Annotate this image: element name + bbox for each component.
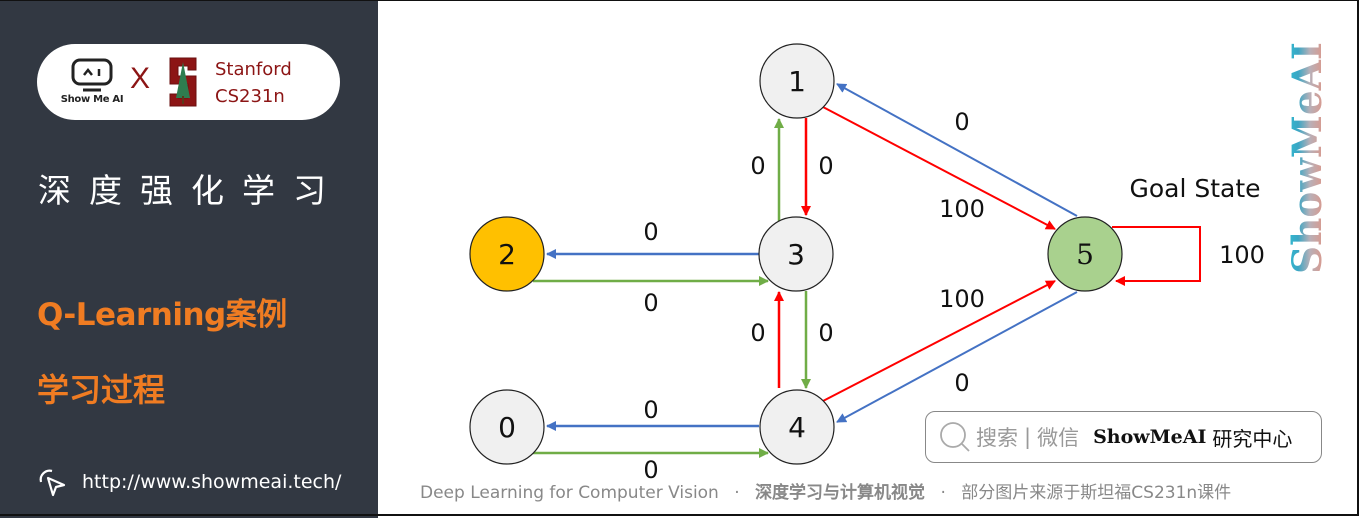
slide-frame	[0, 0, 1359, 516]
